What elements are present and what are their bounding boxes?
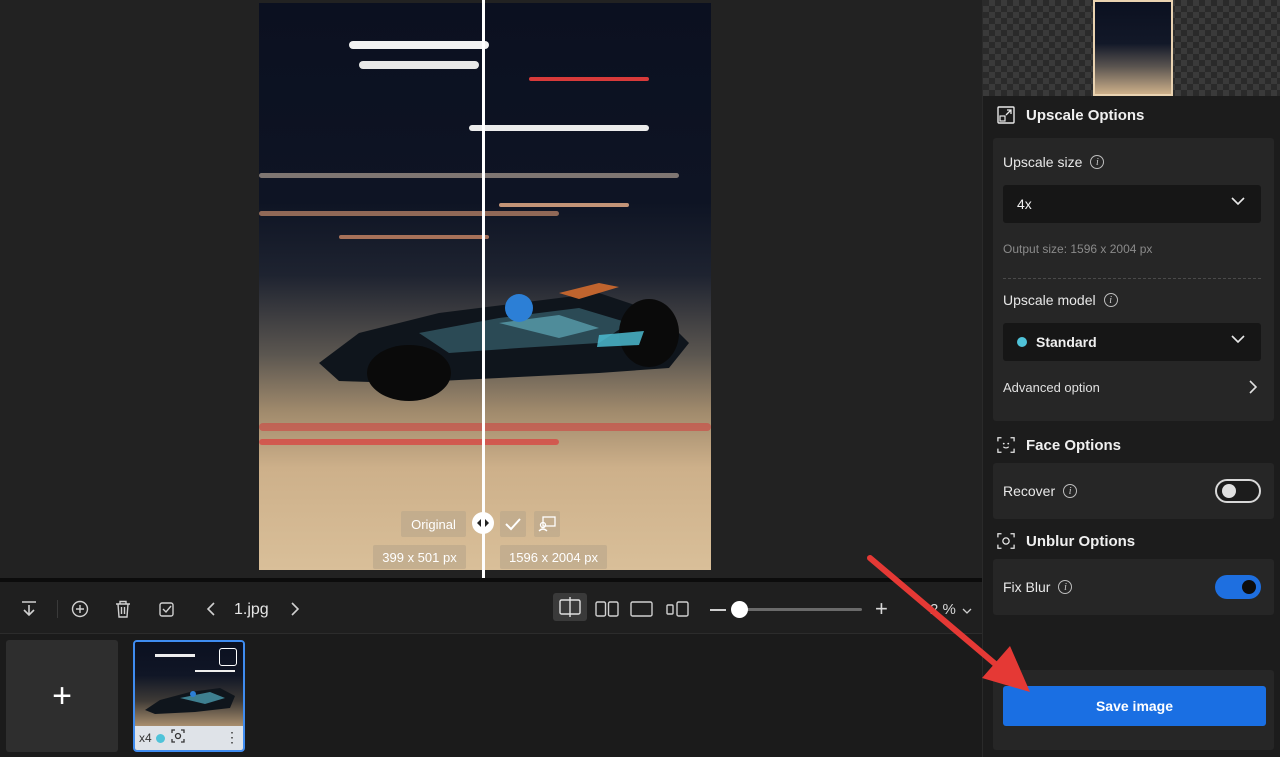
thumbnail-scale-label: x4 bbox=[139, 731, 152, 745]
light-streak bbox=[359, 61, 479, 69]
face-options-header: Face Options bbox=[997, 436, 1121, 454]
unblur-options-title: Unblur Options bbox=[1026, 532, 1136, 550]
upscale-options-header: Upscale Options bbox=[997, 106, 1144, 124]
compare-icon bbox=[538, 516, 556, 532]
upscale-model-label: Upscale model i bbox=[1003, 292, 1118, 308]
light-streak bbox=[499, 203, 629, 207]
image-strip: + x4 ⋮ bbox=[0, 634, 982, 757]
drag-arrows-icon bbox=[477, 519, 489, 527]
current-filename: 1.jpg bbox=[234, 601, 269, 618]
light-streak bbox=[469, 125, 649, 131]
model-color-dot bbox=[1017, 337, 1027, 347]
output-preview-strip bbox=[983, 0, 1280, 96]
output-size-text: Output size: 1596 x 2004 px bbox=[1003, 242, 1153, 256]
upscale-size-value: 4x bbox=[1017, 196, 1032, 212]
face-scan-icon bbox=[171, 728, 185, 748]
light-streak bbox=[349, 41, 489, 49]
unblur-options-header: Unblur Options bbox=[997, 532, 1135, 550]
recover-text: Recover bbox=[1003, 483, 1056, 499]
toggle-knob bbox=[1222, 484, 1236, 498]
image-thumbnail[interactable]: x4 ⋮ bbox=[133, 640, 245, 752]
next-image-button[interactable] bbox=[284, 598, 306, 620]
face-scan-icon bbox=[997, 436, 1015, 454]
upscale-model-text: Upscale model bbox=[1003, 292, 1096, 308]
compare-view-button[interactable] bbox=[534, 511, 560, 537]
annotation-arrow bbox=[867, 555, 1030, 692]
trash-icon[interactable] bbox=[112, 598, 134, 620]
split-view-icon bbox=[559, 597, 581, 617]
upscale-model-select[interactable]: Standard bbox=[1003, 323, 1261, 361]
original-view-icon[interactable] bbox=[666, 598, 690, 620]
upscale-model-value: Standard bbox=[1036, 334, 1097, 350]
face-options-title: Face Options bbox=[1026, 436, 1122, 454]
model-indicator-dot bbox=[155, 733, 165, 743]
add-circle-icon[interactable] bbox=[69, 598, 91, 620]
image-canvas: Original 399 x 501 px 1596 x 2004 px bbox=[0, 0, 982, 578]
editor-toolbar: 1.jpg + 2 % bbox=[0, 582, 982, 634]
upscale-options-card: Upscale size i 4x Output size: 1596 x 20… bbox=[993, 138, 1274, 421]
chevron-right-icon bbox=[1249, 380, 1257, 394]
toolbar-separator bbox=[57, 600, 58, 618]
check-icon bbox=[505, 518, 521, 531]
light-streak bbox=[259, 173, 679, 178]
zoom-slider-handle[interactable] bbox=[731, 601, 748, 618]
light-streak bbox=[529, 77, 649, 81]
thumbnail-select-checkbox[interactable] bbox=[219, 648, 237, 666]
single-view-icon[interactable] bbox=[630, 598, 654, 620]
original-size-label: 399 x 501 px bbox=[373, 545, 466, 569]
upscale-size-label: Upscale size i bbox=[1003, 154, 1105, 170]
info-icon[interactable]: i bbox=[1058, 580, 1073, 594]
split-view-button[interactable] bbox=[553, 593, 587, 621]
side-by-side-view-icon[interactable] bbox=[595, 598, 619, 620]
preview-image bbox=[259, 3, 711, 570]
chevron-down-icon bbox=[1231, 335, 1245, 344]
upscale-icon bbox=[997, 106, 1015, 124]
info-icon[interactable]: i bbox=[1103, 293, 1118, 307]
track-stripe bbox=[259, 423, 711, 431]
upscaled-size-label: 1596 x 2004 px bbox=[500, 545, 607, 569]
info-icon[interactable]: i bbox=[1090, 155, 1105, 169]
chevron-down-icon bbox=[1231, 197, 1245, 206]
zoom-slider[interactable] bbox=[734, 608, 862, 611]
light-streak bbox=[259, 211, 559, 216]
recover-toggle[interactable] bbox=[1215, 479, 1261, 503]
fix-blur-toggle[interactable] bbox=[1215, 575, 1261, 599]
previous-image-button[interactable] bbox=[200, 598, 222, 620]
confirm-button[interactable] bbox=[500, 511, 526, 537]
advanced-option-label: Advanced option bbox=[1003, 380, 1100, 395]
section-divider bbox=[1003, 278, 1261, 279]
upscale-size-text: Upscale size bbox=[1003, 154, 1083, 170]
track-stripe bbox=[259, 439, 559, 445]
more-options-icon[interactable]: ⋮ bbox=[225, 730, 239, 744]
original-label: Original bbox=[401, 511, 466, 537]
select-all-icon[interactable] bbox=[156, 598, 178, 620]
upscale-size-select[interactable]: 4x bbox=[1003, 185, 1261, 223]
light-streak bbox=[339, 235, 489, 239]
add-image-button[interactable]: + bbox=[6, 640, 118, 752]
face-options-card: Recover i bbox=[993, 463, 1274, 519]
compare-handle[interactable] bbox=[472, 512, 494, 534]
download-icon[interactable] bbox=[18, 598, 40, 620]
zoom-out-button[interactable] bbox=[710, 609, 726, 611]
info-icon[interactable]: i bbox=[1063, 484, 1078, 498]
output-preview-thumbnail[interactable] bbox=[1093, 0, 1173, 96]
thumbnail-info-bar: x4 ⋮ bbox=[135, 726, 243, 750]
unblur-icon bbox=[997, 532, 1015, 550]
advanced-option-row[interactable]: Advanced option bbox=[1003, 380, 1261, 395]
compare-divider[interactable] bbox=[482, 0, 485, 578]
upscale-options-title: Upscale Options bbox=[1026, 106, 1145, 124]
toggle-knob bbox=[1242, 580, 1256, 594]
race-car bbox=[319, 283, 689, 401]
recover-label: Recover i bbox=[1003, 483, 1078, 499]
